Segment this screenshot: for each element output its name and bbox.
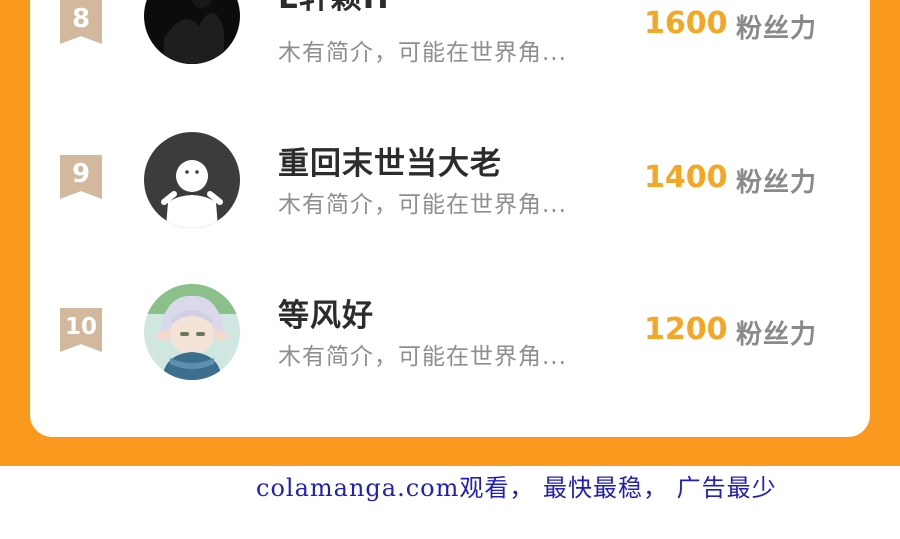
user-avatar[interactable] bbox=[144, 284, 240, 380]
fans-power-label: 粉丝力 bbox=[736, 168, 818, 198]
fans-power-value: 1600 bbox=[644, 6, 728, 41]
anime-elf-avatar-icon bbox=[144, 284, 240, 380]
dark-avatar-icon bbox=[144, 0, 240, 64]
ranking-row[interactable]: 9 重回末世当大老 木有简介，可能在世界角... 1400 粉丝力 bbox=[30, 132, 870, 242]
ranking-frame: 8 L轩颖H 木有简介，可能在世界角... 1600 粉丝力 9 bbox=[0, 0, 900, 466]
rank-badge: 9 bbox=[60, 155, 102, 199]
rank-badge: 10 bbox=[60, 308, 102, 352]
site-watermark: colamanga.com观看， 最快最稳， 广告最少 bbox=[256, 474, 777, 502]
default-ghost-avatar-icon bbox=[144, 132, 240, 228]
fans-power-label: 粉丝力 bbox=[736, 14, 818, 44]
user-description: 木有简介，可能在世界角... bbox=[278, 344, 567, 370]
user-avatar[interactable] bbox=[144, 0, 240, 64]
user-avatar[interactable] bbox=[144, 132, 240, 228]
user-description: 木有简介，可能在世界角... bbox=[278, 192, 567, 218]
fans-power-label: 粉丝力 bbox=[736, 320, 818, 350]
user-name[interactable]: L轩颖H bbox=[278, 0, 390, 17]
user-name[interactable]: 等风好 bbox=[278, 290, 374, 335]
rank-badge: 8 bbox=[60, 0, 102, 44]
ranking-card: 8 L轩颖H 木有简介，可能在世界角... 1600 粉丝力 9 bbox=[30, 0, 870, 437]
user-description: 木有简介，可能在世界角... bbox=[278, 40, 567, 66]
fans-power-value: 1400 bbox=[644, 160, 728, 195]
user-name[interactable]: 重回末世当大老 bbox=[278, 138, 502, 183]
ranking-row[interactable]: 10 等风好 木有简介，可能在世界角... 1200 粉丝力 bbox=[30, 284, 870, 394]
fans-power-value: 1200 bbox=[644, 312, 728, 347]
ranking-row[interactable]: 8 L轩颖H 木有简介，可能在世界角... 1600 粉丝力 bbox=[30, 0, 870, 90]
